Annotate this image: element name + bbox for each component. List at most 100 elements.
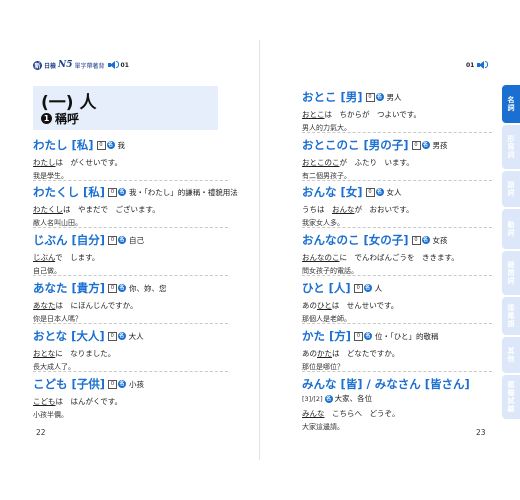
- entry-meaning: 人: [374, 283, 383, 293]
- entry-divider: [302, 180, 492, 181]
- part-of-speech-icon: 名: [364, 331, 373, 340]
- example-sentence: わたくしは やまだで ございます。: [33, 204, 233, 215]
- example-rest: は ちからが つよいです。: [324, 110, 422, 119]
- example-keyword: あなた: [33, 301, 56, 310]
- vocab-entry: わたし [私] 0 名我わたしは がくせいです。 我是學生。: [33, 137, 233, 181]
- tab-7[interactable]: 其他: [502, 337, 520, 373]
- header-subtitle: 單字帶著背: [74, 62, 105, 70]
- part-of-speech-icon: 名: [375, 92, 384, 101]
- vocab-entry: おんな [女] 0 名女人 うちは おんなが おおいです。 我家女人多。: [302, 184, 502, 228]
- entry-accent-line: [3]/[2] 名大家、各位: [302, 393, 502, 404]
- speaker-icon[interactable]: [107, 60, 119, 70]
- accent-number-icon: 0: [354, 331, 364, 341]
- accent-number-icon: 0: [108, 235, 118, 245]
- entry-divider: [302, 371, 492, 372]
- accent-number-icon: 0: [108, 283, 118, 293]
- entry-meaning: 女人: [386, 187, 402, 197]
- headword-text: おんなのこ [女の子]: [302, 233, 409, 247]
- entry-headword: あなた [貴方] 0 名你、妳、您: [33, 280, 233, 296]
- entry-badges: 0名: [354, 331, 373, 341]
- entry-divider: [33, 275, 228, 276]
- tab-1[interactable]: 名詞: [502, 85, 520, 123]
- entry-headword: わたし [私] 0 名我: [33, 137, 233, 153]
- example-rest: に でんわばんごうを ききます。: [339, 253, 459, 262]
- part-of-speech-icon: 名: [117, 331, 126, 340]
- headword-text: かた [方]: [302, 329, 352, 343]
- entry-headword: おんなのこ [女の子] 0 名女孩: [302, 232, 502, 248]
- entry-meaning: 你、妳、您: [129, 283, 167, 293]
- section-title-box: (一) 人 1 稱呼: [33, 86, 218, 130]
- tab-8[interactable]: 模擬試驗: [502, 375, 520, 419]
- entry-meaning: 大人: [128, 331, 144, 341]
- entry-divider: [302, 275, 492, 276]
- entry-divider: [302, 323, 492, 324]
- part-of-speech-icon: 名: [324, 394, 333, 403]
- entry-headword: かた [方] 0 名位・「ひと」的敬稱: [302, 328, 502, 344]
- example-keyword: みんな: [302, 409, 325, 418]
- entry-badges: 0名: [353, 283, 372, 293]
- tab-2[interactable]: 形容詞: [502, 125, 520, 169]
- example-sentence: おとこは ちからが つよいです。: [302, 109, 502, 120]
- page-number-right: 23: [476, 428, 486, 437]
- entry-meaning: 大家、各位: [334, 394, 373, 403]
- example-sentence: あなたは にほんじんですか。: [33, 300, 233, 311]
- example-sentence: じぶんで します。: [33, 252, 233, 263]
- accent-number-icon: 0: [108, 379, 118, 389]
- left-header: 新 日檢 N5 單字帶著背 01: [33, 60, 129, 70]
- vocab-entry: おんなのこ [女の子] 0 名女孩 おんなのこに でんわばんごうを ききます。 問女孩子…: [302, 232, 502, 276]
- vocab-entry: ひと [人] 0 名人あのひとは せんせいです。 那個人是老師。: [302, 280, 502, 324]
- headword-text: おとな [大人]: [33, 329, 105, 343]
- part-of-speech-icon: 名: [375, 187, 384, 196]
- accent-prefix: [3]/[2]: [302, 394, 323, 403]
- example-prefix: あの: [302, 301, 317, 310]
- entry-divider: [33, 227, 228, 228]
- example-sentence: あのかたは どなたですか。: [302, 348, 502, 359]
- header-level: N5: [58, 60, 73, 70]
- tab-4[interactable]: 動詞: [502, 209, 520, 249]
- example-keyword: こども: [33, 397, 56, 406]
- example-sentence: こどもは はんがくです。: [33, 396, 233, 407]
- vocab-entry: あなた [貴方] 0 名你、妳、您 あなたは にほんじんですか。 你是日本人嗎？: [33, 280, 233, 324]
- accent-number-icon: 0: [365, 92, 375, 102]
- tab-5[interactable]: 疑問詞: [502, 251, 520, 295]
- headword-text: みんな [皆] / みなさん [皆さん]: [302, 377, 470, 391]
- entry-headword: みんな [皆] / みなさん [皆さん]: [302, 376, 502, 392]
- part-of-speech-icon: 名: [118, 187, 127, 196]
- entry-meaning: 男人: [386, 92, 402, 102]
- entry-badges: 0名: [107, 331, 126, 341]
- vocab-entry: じぶん [自分] 0 名自己 じぶんで します。 自己做。: [33, 232, 233, 276]
- speaker-icon[interactable]: [476, 60, 489, 70]
- entry-meaning: 我・「わたし」的謙稱・禮貌用法: [129, 187, 238, 197]
- header-brand: 日檢: [44, 62, 57, 70]
- example-keyword: おとな: [33, 349, 56, 358]
- headword-text: あなた [貴方]: [33, 281, 106, 295]
- entry-badges: 0名: [108, 187, 127, 197]
- example-rest: が おおいです。: [354, 205, 414, 214]
- example-keyword: かた: [317, 349, 332, 358]
- vocab-entry: おとこ [男] 0 名男人 おとこは ちからが つよいです。 男人的力氣大。: [302, 89, 502, 133]
- example-sentence: わたしは がくせいです。: [33, 157, 233, 168]
- entry-headword: わたくし [私] 0 名我・「わたし」的謙稱・禮貌用法: [33, 184, 238, 200]
- entry-badges: 0名: [108, 283, 127, 293]
- entry-divider: [302, 132, 492, 133]
- example-keyword: じぶん: [33, 253, 56, 262]
- entry-meaning: 女孩: [432, 235, 448, 245]
- entry-headword: おとこ [男] 0 名男人: [302, 89, 502, 105]
- example-translation: 小孩半價。: [33, 411, 68, 419]
- vocab-entry: おとな [大人] 0 名大人 おとなに なりました。 長大成人了。: [33, 328, 233, 372]
- example-keyword: おとこ: [302, 110, 325, 119]
- example-prefix: うちは: [302, 205, 332, 214]
- example-rest: は にほんじんですか。: [55, 301, 138, 310]
- part-of-speech-icon: 名: [421, 140, 430, 149]
- entry-meaning: 我: [117, 140, 126, 150]
- entry-headword: おとこのこ [男の子] 0 名男孩: [302, 137, 502, 153]
- headword-text: わたくし [私]: [33, 185, 106, 199]
- example-prefix: あの: [302, 349, 317, 358]
- tab-6[interactable]: 接尾語: [502, 297, 520, 335]
- accent-number-icon: 0: [108, 187, 118, 197]
- tab-3[interactable]: 副詞: [502, 171, 520, 207]
- page-number-left: 22: [36, 428, 46, 437]
- number-circle-icon: 1: [41, 113, 52, 124]
- entry-badges: 0名: [365, 92, 384, 102]
- headword-text: じぶん [自分]: [33, 233, 106, 247]
